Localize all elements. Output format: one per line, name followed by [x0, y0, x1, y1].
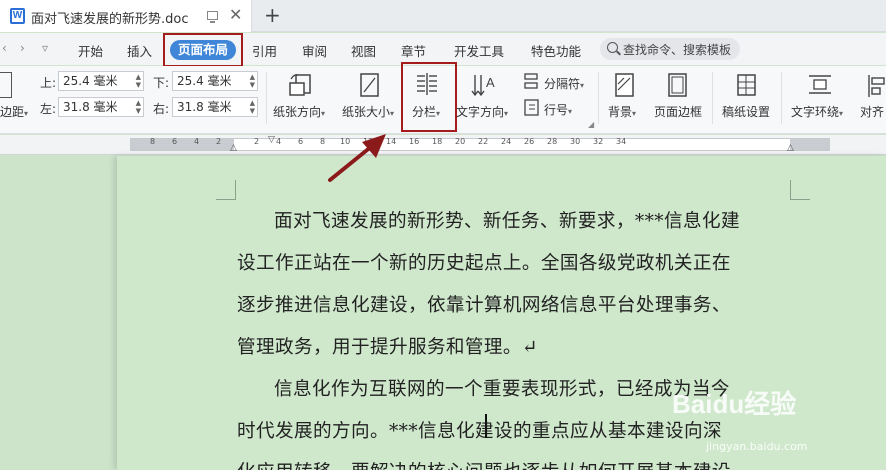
tab-references[interactable]: 引用 [252, 41, 277, 60]
new-tab-icon[interactable]: + [264, 3, 281, 27]
first-line-indent-marker[interactable]: ▽ [268, 135, 275, 145]
baidu-watermark-url: jingyan.baidu.com [706, 440, 808, 453]
search-placeholder: 查找命令、搜索模板 [623, 43, 732, 57]
ruler-tick: 8 [150, 137, 156, 146]
page-border-icon [668, 73, 687, 97]
separator-icon [524, 73, 538, 89]
undo-arrow-icon[interactable]: ‹ [2, 41, 7, 55]
right-indent-marker[interactable]: △ [787, 143, 794, 153]
tab-sections[interactable]: 章节 [401, 41, 426, 60]
bottom-margin-field[interactable]: 25.4 毫米 ▲ ▼ [172, 71, 258, 91]
ruler-right-margin [790, 139, 830, 150]
page-border-button[interactable]: 页面边框 [654, 103, 702, 120]
paragraph-line[interactable]: 面对飞速发展的新形势、新任务、新要求，***信息化建 [274, 206, 740, 233]
divider [712, 72, 713, 124]
document-title: 面对飞速发展的新形势.doc [31, 12, 189, 27]
page-layout-toolbar: 边距▾ 上: 25.4 毫米 ▲ ▼ 下: 25.4 毫米 ▲ ▼ 左: 31.8 毫米… [0, 62, 886, 134]
margins-icon[interactable] [0, 72, 12, 98]
line-number-icon [524, 99, 539, 116]
tab-review[interactable]: 审阅 [302, 41, 327, 60]
page-corner-mark [790, 180, 810, 200]
background-icon [615, 73, 634, 97]
text-direction-icon: A [471, 75, 495, 97]
svg-text:A: A [486, 75, 495, 90]
ruler-tick: 32 [593, 137, 604, 146]
ruler-tick: 30 [570, 137, 581, 146]
dialog-launcher-icon[interactable]: ◢ [588, 120, 594, 129]
left-margin-label: 左: [40, 102, 57, 116]
columns-button[interactable]: 分栏▾ [412, 103, 440, 120]
ruler-tick: 16 [409, 137, 420, 146]
paper-size-button[interactable]: 纸张大小▾ [342, 103, 394, 120]
margins-button-label[interactable]: 边距▾ [0, 103, 28, 120]
left-indent-marker[interactable]: △ [230, 143, 237, 153]
separator-button[interactable]: 分隔符▾ [544, 75, 584, 92]
right-margin-label: 右: [153, 102, 170, 116]
line-number-button[interactable]: 行号▾ [544, 101, 572, 118]
ruler-tick: 2 [254, 137, 260, 146]
text-wrap-button[interactable]: 文字环绕▾ [791, 103, 843, 120]
ruler-tick: 28 [547, 137, 558, 146]
ruler-tick: 34 [616, 137, 627, 146]
paragraph-line[interactable]: 信息化作为互联网的一个重要表现形式，已经成为当今 [274, 374, 730, 401]
highlight-box-page-layout: 页面布局 [163, 33, 243, 67]
ruler-tick: 6 [172, 137, 178, 146]
title-bar: W 面对飞速发展的新形势.doc ✕ + [0, 0, 886, 32]
left-margin-field[interactable]: 31.8 毫米 ▲ ▼ [58, 97, 144, 117]
page-orientation-icon [289, 74, 311, 96]
right-margin-field[interactable]: 31.8 毫米 ▲ ▼ [172, 97, 258, 117]
align-icon [868, 75, 885, 97]
tab-insert[interactable]: 插入 [127, 41, 152, 60]
paper-size-icon [360, 73, 379, 97]
paragraph-line[interactable]: 设工作正站在一个新的历史起点上。全国各级党政机关正在 [237, 248, 731, 275]
tab-home[interactable]: 开始 [78, 41, 103, 60]
tab-monitor-icon[interactable] [207, 11, 218, 23]
ribbon-tab-row: ‹ › ▿ 开始 插入 页面布局 引用 审阅 视图 章节 开发工具 特色功能 查… [0, 33, 886, 67]
paragraph-line[interactable]: 逐步推进信息化建设，依靠计算机网络信息平台处理事务、 [237, 290, 731, 317]
columns-icon [417, 73, 437, 95]
draft-paper-icon [737, 74, 756, 96]
background-button[interactable]: 背景▾ [608, 103, 636, 120]
divider [781, 72, 782, 124]
ruler-tick: 4 [194, 137, 200, 146]
baidu-watermark: Baidu经验 [672, 389, 797, 419]
close-tab-icon[interactable]: ✕ [229, 5, 242, 24]
tab-developer[interactable]: 开发工具 [454, 41, 504, 60]
document-tab[interactable]: W 面对飞速发展的新形势.doc ✕ [0, 0, 252, 32]
divider [266, 72, 267, 124]
text-wrap-icon [809, 75, 831, 94]
more-arrow-icon[interactable]: › [20, 41, 25, 55]
top-margin-field[interactable]: 25.4 毫米 ▲ ▼ [58, 71, 144, 91]
customize-dropdown-icon[interactable]: ▿ [42, 41, 48, 55]
tab-page-layout[interactable]: 页面布局 [170, 40, 236, 60]
tab-special-features[interactable]: 特色功能 [531, 41, 581, 60]
ruler-tick: 22 [478, 137, 489, 146]
annotation-arrow-icon [328, 134, 386, 182]
page-corner-mark [216, 180, 236, 200]
ruler-tick: 18 [432, 137, 443, 146]
ruler-tick: 24 [501, 137, 512, 146]
search-icon [607, 42, 618, 53]
align-button[interactable]: 对齐 [860, 103, 884, 120]
ruler-tick: 4 [276, 137, 282, 146]
text-direction-button[interactable]: 文字方向▾ [456, 103, 508, 120]
paragraph-line[interactable]: 时代发展的方向。***信息化建设的重点应从基本建设向深 [237, 416, 722, 443]
ruler-tick: 26 [524, 137, 535, 146]
paragraph-line[interactable]: 化应用转移，要解决的核心问题也逐步从如何开展基本建设 [237, 457, 731, 470]
ruler-tick: 6 [298, 137, 304, 146]
search-command-box[interactable]: 查找命令、搜索模板 [600, 38, 740, 60]
bottom-margin-label: 下: [153, 76, 170, 90]
top-margin-label: 上: [40, 76, 57, 90]
text-cursor [485, 414, 487, 438]
ruler-tick: 20 [455, 137, 466, 146]
ruler-tick: 2 [216, 137, 222, 146]
word-doc-icon: W [10, 8, 25, 24]
horizontal-ruler[interactable]: 8 6 4 2 2 4 6 8 10 12 14 16 18 20 22 24 … [0, 135, 886, 155]
draft-settings-button[interactable]: 稿纸设置 [722, 103, 770, 120]
divider [598, 72, 599, 124]
paragraph-line[interactable]: 管理政务，用于提升服务和管理。↵ [237, 332, 538, 359]
orientation-button[interactable]: 纸张方向▾ [273, 103, 325, 120]
tab-view[interactable]: 视图 [351, 41, 376, 60]
